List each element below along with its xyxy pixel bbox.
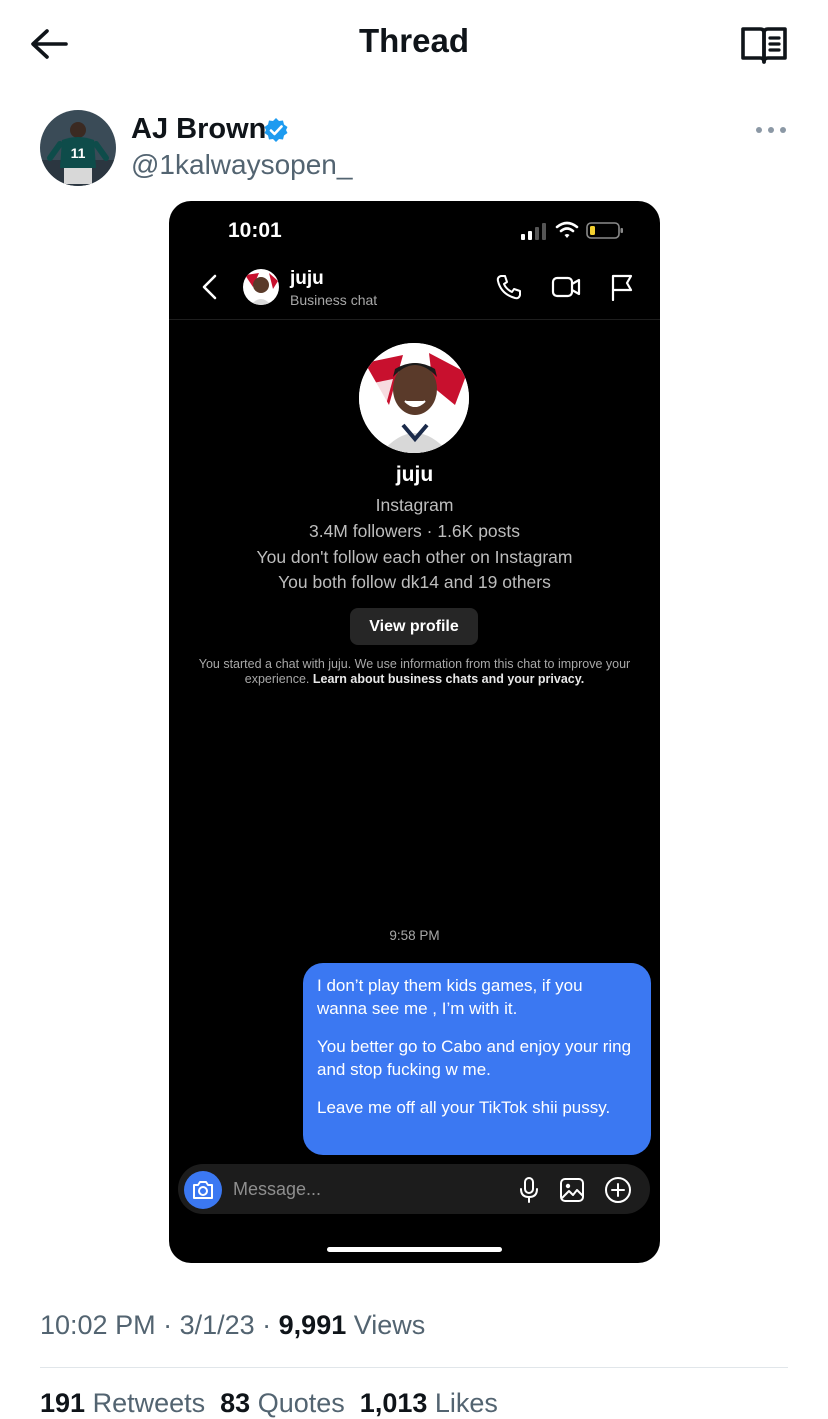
- chat-subtitle: Business chat: [290, 292, 378, 308]
- message-paragraph: Leave me off all your TikTok shii pussy.: [317, 1098, 611, 1117]
- profile-source: Instagram: [375, 495, 454, 515]
- likes-count: 1,013: [359, 1388, 428, 1418]
- signal-icon: [521, 223, 546, 240]
- plus-icon[interactable]: [604, 1176, 632, 1204]
- author-name[interactable]: AJ Brown: [131, 113, 266, 146]
- profile-avatar[interactable]: [359, 343, 469, 453]
- view-profile-button[interactable]: View profile: [350, 608, 478, 645]
- call-icon[interactable]: [495, 273, 523, 301]
- views-label: Views: [353, 1310, 426, 1340]
- wifi-icon: [555, 221, 579, 238]
- profile-stats: 3.4M followers · 1.6K posts: [308, 521, 521, 541]
- battery-icon: [586, 222, 623, 239]
- flag-icon[interactable]: [609, 273, 635, 301]
- chat-back-icon[interactable]: [199, 273, 221, 301]
- image-icon[interactable]: [559, 1177, 585, 1203]
- author-handle[interactable]: @1kalwaysopen_: [131, 149, 352, 181]
- page-title: Thread: [358, 22, 470, 59]
- message-paragraph: I don’t play them kids games, if you wan…: [317, 976, 583, 1018]
- tweet-time: 10:02 PM: [40, 1310, 156, 1340]
- quotes-stat[interactable]: 83 Quotes: [220, 1388, 345, 1418]
- reader-icon[interactable]: [740, 24, 788, 66]
- camera-button[interactable]: [184, 1171, 222, 1209]
- mutual-follows: You both follow dk14 and 19 others: [278, 572, 551, 592]
- views-count: 9,991: [278, 1310, 347, 1340]
- tweet-media-image[interactable]: 10:01 juju Business chat juju Instagram …: [169, 201, 660, 1263]
- chat-avatar[interactable]: [243, 269, 279, 305]
- message-input[interactable]: Message...: [233, 1179, 321, 1200]
- divider: [40, 1367, 788, 1368]
- message-timestamp: 9:58 PM: [389, 928, 440, 943]
- more-icon[interactable]: [754, 120, 788, 140]
- quotes-label: Quotes: [257, 1388, 345, 1418]
- svg-text:11: 11: [71, 145, 86, 161]
- phone-status-time: 10:01: [228, 219, 282, 242]
- mic-icon[interactable]: [519, 1176, 539, 1204]
- message-paragraph: You better go to Cabo and enjoy your rin…: [317, 1037, 632, 1079]
- retweets-count: 191: [40, 1388, 86, 1418]
- sent-message-bubble[interactable]: I don’t play them kids games, if you wan…: [303, 963, 651, 1155]
- home-indicator: [327, 1247, 502, 1252]
- chat-name: juju: [290, 268, 324, 289]
- retweets-label: Retweets: [92, 1388, 206, 1418]
- profile-name: juju: [395, 463, 434, 486]
- retweets-stat[interactable]: 191 Retweets: [40, 1388, 205, 1418]
- tweet-date: 3/1/23: [179, 1310, 255, 1340]
- video-icon[interactable]: [551, 274, 581, 300]
- business-chat-info: You started a chat with juju. We use inf…: [185, 657, 644, 687]
- follow-status: You don't follow each other on Instagram: [256, 547, 573, 567]
- chat-header-divider: [169, 319, 660, 320]
- author-avatar[interactable]: 11: [40, 110, 116, 186]
- camera-icon: [193, 1181, 213, 1199]
- likes-stat[interactable]: 1,013 Likes: [360, 1388, 498, 1418]
- verified-badge-icon: [264, 118, 288, 142]
- business-chat-privacy-link[interactable]: Learn about business chats and your priv…: [313, 672, 584, 686]
- quotes-count: 83: [220, 1388, 251, 1418]
- likes-label: Likes: [434, 1388, 498, 1418]
- tweet-timestamp[interactable]: 10:02 PM · 3/1/23 · 9,991 Views: [40, 1310, 425, 1341]
